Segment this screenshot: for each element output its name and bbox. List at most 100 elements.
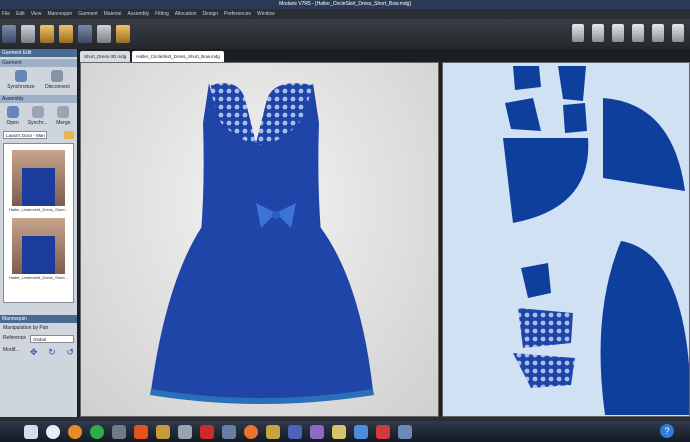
panel-header: Garment Edit [0, 49, 77, 57]
app-icon[interactable] [156, 424, 170, 439]
os-taskbar [0, 421, 690, 442]
menu-assembly[interactable]: Assembly [127, 9, 149, 19]
settings-icon[interactable] [672, 24, 684, 42]
merge-icon [57, 106, 70, 118]
menu-garment[interactable]: Garment [78, 9, 97, 19]
bow-knot [272, 211, 280, 219]
app-icon[interactable] [310, 424, 324, 439]
undo-icon[interactable] [572, 24, 584, 42]
thumbnail-label: Halter_Underskirt_Dress_Short... [9, 275, 68, 280]
garment-thumbnail[interactable] [12, 218, 65, 274]
manipulation-label: Manipulation by Pair [3, 325, 49, 331]
refresh-icon[interactable] [612, 24, 624, 42]
window-title: Modaris V7R5 - [Halter_CircleSkirt_Dress… [0, 0, 690, 9]
open-button[interactable]: Open [7, 106, 19, 126]
menu-preferences[interactable]: Preferences [224, 9, 251, 19]
pdf-icon[interactable] [200, 424, 214, 439]
pattern-piece [503, 138, 589, 223]
library-selector-row: Laura's Docs - Man [0, 129, 77, 141]
menu-fitting[interactable]: Fitting [155, 9, 169, 19]
pattern-piece [600, 241, 689, 415]
menu-file[interactable]: File [2, 9, 10, 19]
modaris-icon[interactable] [376, 424, 390, 439]
menu-edit[interactable]: Edit [16, 9, 25, 19]
skirt [151, 228, 373, 400]
synchronize-icon [14, 70, 27, 82]
3d-viewport[interactable] [80, 62, 439, 417]
assembly-section-title: Assembly [0, 95, 77, 103]
menu-view[interactable]: View [31, 9, 42, 19]
kingsoft-icon[interactable] [134, 424, 148, 439]
app-icon[interactable] [332, 424, 346, 439]
open-icon [6, 106, 19, 118]
pattern-piece [563, 103, 587, 133]
menu-design[interactable]: Design [202, 9, 218, 19]
garment-thumbnail-list: Halter_Underskirt_Dress_Short... Halter_… [3, 143, 74, 303]
garment-buttons: Synchronize Disconnect [0, 67, 77, 93]
pattern-piece [513, 66, 541, 90]
menu-bar: File Edit View Mannequin Garment Materia… [0, 9, 690, 19]
garment-thumbnail[interactable] [12, 150, 65, 206]
modify-label: Modif... [3, 347, 20, 353]
lower-panel-header: Mannequin [0, 315, 77, 323]
export-icon[interactable] [652, 24, 664, 42]
media-icon[interactable] [178, 424, 192, 439]
disconnect-icon [51, 70, 64, 82]
modify-row: Modif... ✥ ↻ ↺ [0, 345, 77, 360]
app-icon[interactable] [112, 424, 126, 439]
itunes-icon[interactable] [46, 424, 60, 439]
reference-select[interactable]: Global [30, 335, 74, 343]
dress-tool-icon[interactable] [78, 25, 92, 43]
app-icon[interactable] [222, 424, 236, 439]
mannequin-tool-icon[interactable] [2, 25, 16, 43]
2d-pattern-view[interactable] [442, 62, 690, 417]
app-icon[interactable] [288, 424, 302, 439]
menu-window[interactable]: Window [257, 9, 275, 19]
pattern-pieces [503, 66, 689, 415]
disconnect-button[interactable]: Disconnect [45, 70, 70, 90]
move-icon[interactable]: ✥ [30, 347, 38, 358]
synchr-button[interactable]: Synchr... [28, 106, 47, 126]
dress-3d-render [150, 83, 374, 404]
redo-icon[interactable] [592, 24, 604, 42]
rotate-back-icon[interactable]: ↺ [66, 347, 74, 358]
sewing-tool-icon[interactable] [59, 25, 73, 43]
lace-pattern-piece [518, 308, 573, 348]
simulate-icon[interactable] [632, 24, 644, 42]
reference-row: Reference Global [0, 333, 77, 345]
app-icon[interactable] [398, 424, 412, 439]
needle-tool-icon[interactable] [21, 25, 35, 43]
reference-label: Reference [3, 335, 27, 341]
rotate-icon[interactable]: ↻ [48, 347, 56, 358]
synchronize-button[interactable]: Synchronize [7, 70, 35, 90]
firefox-icon[interactable] [244, 424, 258, 439]
spotify-icon[interactable] [90, 424, 104, 439]
folder-icon[interactable] [64, 131, 74, 139]
tab-halter-dress[interactable]: Halter_CircleSkirt_Dress_Short_Bow.mdg [132, 51, 224, 62]
merge-button[interactable]: Merge [56, 106, 70, 126]
left-panel: Garment Edit Garment Synchronize Disconn… [0, 49, 77, 417]
app-icon[interactable] [266, 424, 280, 439]
app-icon[interactable] [354, 424, 368, 439]
pattern-piece [603, 98, 685, 191]
explorer-icon[interactable] [24, 424, 38, 439]
help-icon[interactable]: ? [660, 424, 674, 438]
pattern-piece [558, 66, 586, 101]
menu-allocation[interactable]: Allocation [175, 9, 197, 19]
pin-tool-icon[interactable] [40, 25, 54, 43]
pattern-piece [521, 263, 551, 298]
hanger-tool-icon[interactable] [97, 25, 111, 43]
thumbnail-label: Halter_Underskirt_Dress_Short... [9, 207, 68, 212]
fitting-tool-icon[interactable] [116, 25, 130, 43]
pattern-piece [505, 98, 541, 131]
right-toolbar [572, 24, 684, 42]
assembly-buttons: Open Synchr... Merge [0, 103, 77, 129]
lace-pattern-piece [513, 353, 575, 388]
library-select[interactable]: Laura's Docs - Man [3, 131, 47, 139]
blender-icon[interactable] [68, 424, 82, 439]
menu-material[interactable]: Material [104, 9, 122, 19]
tab-short-dress[interactable]: Short_Dress-3D.mdg [80, 51, 131, 62]
synchr-icon [31, 106, 44, 118]
garment-section-title: Garment [0, 59, 77, 67]
menu-mannequin[interactable]: Mannequin [47, 9, 72, 19]
